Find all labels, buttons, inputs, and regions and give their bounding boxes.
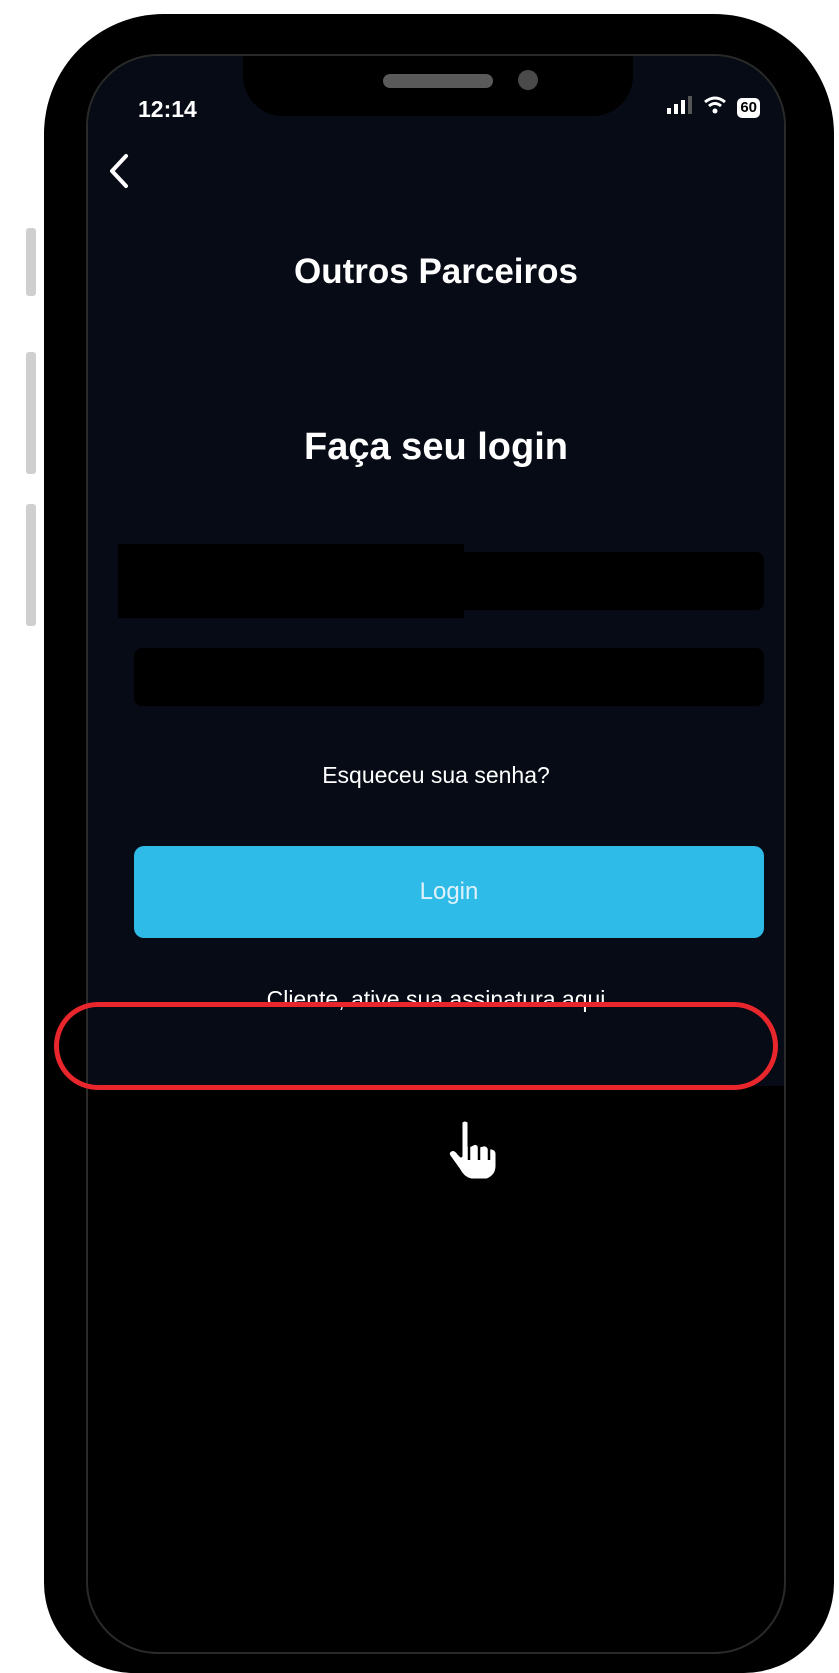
side-button — [26, 504, 36, 626]
phone-frame: 12:14 60 Outros Parceiros Faça seu login… — [44, 14, 834, 1673]
side-button — [26, 228, 36, 296]
speaker — [383, 74, 493, 88]
wifi-icon — [703, 96, 727, 119]
forgot-password-link[interactable]: Esqueceu sua senha? — [88, 762, 784, 789]
battery-icon: 60 — [737, 97, 760, 118]
phone-screen: 12:14 60 Outros Parceiros Faça seu login… — [86, 54, 786, 1654]
login-heading: Faça seu login — [304, 426, 568, 468]
hand-cursor-icon — [445, 1118, 501, 1187]
redaction-block — [118, 544, 464, 618]
camera — [518, 70, 538, 90]
password-field[interactable] — [134, 648, 764, 706]
signal-icon — [667, 96, 693, 119]
status-time: 12:14 — [138, 96, 197, 122]
status-icons: 60 — [667, 96, 760, 119]
notch — [243, 56, 633, 116]
page-title: Outros Parceiros — [294, 252, 578, 291]
highlight-outline — [54, 1002, 778, 1090]
back-chevron-icon[interactable] — [106, 152, 132, 195]
login-button[interactable]: Login — [134, 846, 764, 938]
password-input[interactable] — [134, 648, 764, 706]
side-button — [26, 352, 36, 474]
